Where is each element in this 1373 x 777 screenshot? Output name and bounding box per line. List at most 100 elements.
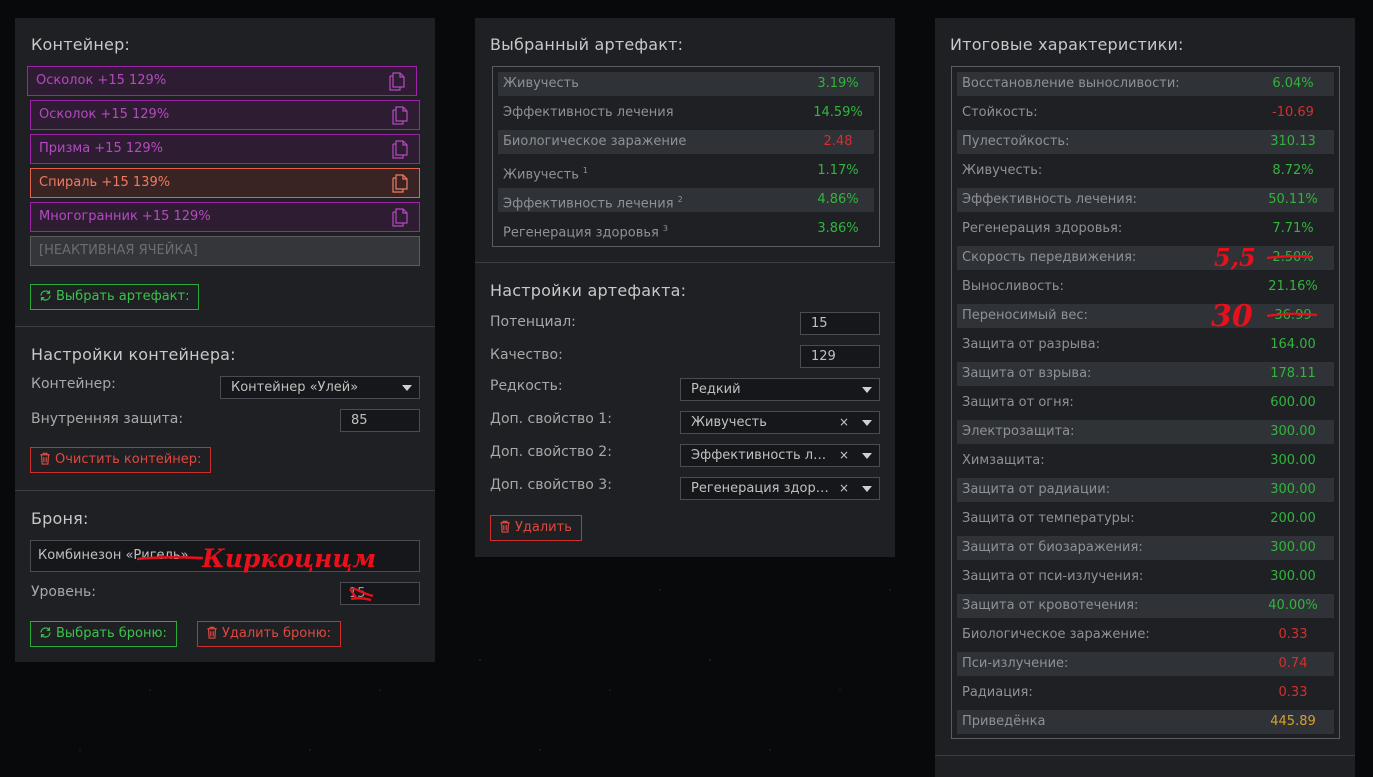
stat-label: Живучесть 1: [503, 159, 588, 187]
stat-label: Эффективность лечения: [503, 101, 674, 125]
summary-row: Регенерация здоровья: 7.71%: [957, 217, 1334, 241]
prop2-select[interactable]: Эффективность лечения ×: [680, 444, 880, 467]
summary-value: 445.89: [1270, 714, 1316, 729]
prop3-label: Доп. свойство 3:: [490, 477, 612, 493]
summary-value: 21.16%: [1268, 279, 1318, 294]
potential-input[interactable]: 15: [800, 312, 880, 335]
stat-value: 4.86%: [817, 192, 859, 207]
trash-icon: [500, 520, 510, 533]
summary-label: Стойкость:: [962, 105, 1038, 120]
summary-value: 6.04%: [1272, 76, 1314, 91]
clear-icon[interactable]: ×: [839, 478, 849, 499]
summary-row: Биологическое заражение: 0.33: [957, 623, 1334, 647]
artifact-title: Выбранный артефакт:: [490, 35, 684, 54]
inner-protection-label: Внутренняя защита:: [31, 411, 184, 427]
stat-label-text: Биологическое заражение: [503, 134, 687, 149]
artifact-slot[interactable]: Призма +15 129%: [30, 134, 420, 164]
container-title: Контейнер:: [31, 35, 131, 54]
clear-icon[interactable]: ×: [839, 445, 849, 466]
copy-icon[interactable]: [391, 208, 409, 227]
divider: [15, 490, 435, 491]
rarity-label: Редкость:: [490, 378, 563, 394]
chevron-down-icon: [862, 387, 872, 393]
divider: [475, 262, 895, 263]
summary-label: Защита от огня:: [962, 395, 1074, 410]
stat-label-text: Эффективность лечения: [503, 196, 674, 212]
copy-icon[interactable]: [391, 106, 409, 125]
summary-label: Защита от разрыва:: [962, 337, 1100, 352]
delete-armor-button[interactable]: Удалить броню:: [197, 621, 342, 647]
summary-label: Пси-излучение:: [962, 656, 1069, 671]
artifact-stats-table: Живучесть 3.19% Эффективность лечения 14.59…: [492, 66, 880, 247]
prop1-select[interactable]: Живучесть ×: [680, 411, 880, 434]
artifact-slot[interactable]: Спираль +15 139%: [30, 168, 420, 198]
refresh-icon: [40, 627, 51, 638]
stat-label-text: Живучесть: [503, 76, 579, 91]
select-artifact-label: Выбрать артефакт:: [56, 289, 190, 304]
summary-row: Защита от пси-излучения: 300.00: [957, 565, 1334, 589]
inner-protection-input[interactable]: 85: [340, 409, 420, 432]
divider: [935, 755, 1355, 756]
prop3-select[interactable]: Регенерация здоровья ×: [680, 477, 880, 500]
select-armor-button[interactable]: Выбрать броню:: [30, 621, 177, 647]
delete-artifact-label: Удалить: [515, 520, 572, 535]
strikethrough-mark: [1266, 255, 1312, 260]
summary-value: 0.74: [1278, 656, 1308, 671]
select-armor-label: Выбрать броню:: [56, 626, 167, 641]
summary-label: Выносливость:: [962, 279, 1064, 294]
copy-icon[interactable]: [391, 174, 409, 193]
stat-label-text: Эффективность лечения: [503, 105, 674, 120]
inactive-slot[interactable]: [НЕАКТИВНАЯ ЯЧЕЙКА]: [30, 236, 420, 266]
stat-value: 1.17%: [817, 163, 859, 178]
slot-label: Спираль +15 139%: [39, 175, 171, 190]
summary-row: Химзащита: 300.00: [957, 449, 1334, 473]
container-panel: Контейнер: Осколок +15 129% Осколок +15 1…: [15, 18, 435, 662]
artifact-slot[interactable]: Осколок +15 129%: [30, 100, 420, 130]
stat-row: Регенерация здоровья 3 3.86%: [498, 217, 874, 241]
container-label: Контейнер:: [31, 376, 116, 392]
summary-label: Эффективность лечения:: [962, 192, 1137, 207]
scribble-mark: [349, 586, 374, 602]
summary-row: Электрозащита: 300.00: [957, 420, 1334, 444]
stat-label: Биологическое заражение: [503, 130, 686, 154]
stat-footnote: 3: [662, 224, 668, 233]
prop1-label: Доп. свойство 1:: [490, 411, 612, 427]
strikethrough-mark: [136, 555, 204, 561]
prop2-label: Доп. свойство 2:: [490, 444, 612, 460]
summary-label: Защита от биозаражения:: [962, 540, 1143, 555]
copy-icon[interactable]: [391, 140, 409, 159]
summary-stats-table: Восстановление выносливости: 6.04% Стойкос…: [951, 66, 1340, 739]
artifact-slot[interactable]: Осколок +15 129%: [27, 66, 417, 96]
handwritten-speed-note: 5,5: [1214, 243, 1256, 272]
summary-value: 164.00: [1270, 337, 1316, 352]
prop1-value: Живучесть: [691, 415, 767, 430]
trash-icon: [207, 626, 217, 639]
select-artifact-button[interactable]: Выбрать артефакт:: [30, 284, 200, 310]
artifact-slot[interactable]: Многогранник +15 129%: [30, 202, 420, 232]
summary-value: 8.72%: [1272, 163, 1314, 178]
clear-container-label: Очистить контейнер:: [55, 452, 202, 467]
summary-panel: Итоговые характеристики: Восстановление …: [935, 18, 1355, 777]
summary-row: Защита от огня: 600.00: [957, 391, 1334, 415]
summary-value: 50.11%: [1268, 192, 1318, 207]
handwritten-weight-note: 30: [1211, 299, 1253, 334]
clear-icon[interactable]: ×: [839, 412, 849, 433]
stat-label: Живучесть: [503, 72, 579, 96]
clear-container-button[interactable]: Очистить контейнер:: [30, 447, 212, 473]
summary-value: -10.69: [1272, 105, 1314, 120]
summary-row: Стойкость: -10.69: [957, 101, 1334, 125]
delete-artifact-button[interactable]: Удалить: [490, 515, 582, 541]
quality-input[interactable]: 129: [800, 345, 880, 368]
stat-row: Живучесть 3.19%: [498, 72, 874, 96]
stat-value: 2.48: [823, 134, 853, 149]
container-select[interactable]: Контейнер «Улей»: [220, 376, 420, 399]
copy-icon[interactable]: [388, 72, 406, 91]
rarity-select[interactable]: Редкий: [680, 378, 880, 401]
chevron-down-icon: [862, 486, 872, 492]
slot-label: Осколок +15 129%: [39, 107, 170, 122]
summary-row: Приведёнка 445.89: [957, 710, 1334, 734]
summary-row: Защита от радиации: 300.00: [957, 478, 1334, 502]
container-select-value: Контейнер «Улей»: [231, 380, 359, 395]
stat-row: Живучесть 1 1.17%: [498, 159, 874, 183]
artifact-panel: Выбранный артефакт: Живучесть 3.19% Эффект…: [475, 18, 895, 557]
